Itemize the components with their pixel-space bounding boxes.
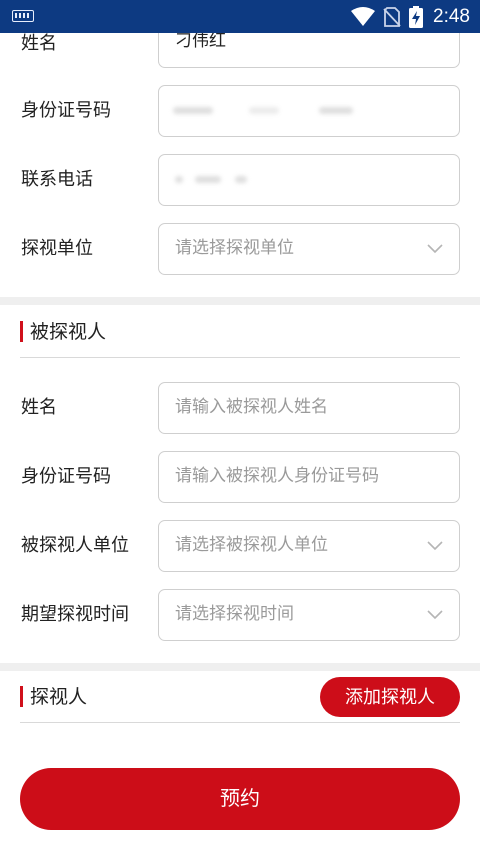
chevron-down-icon <box>427 541 443 551</box>
visitor-phone-row: 联系电话 <box>0 154 480 206</box>
clock: 2:48 <box>433 5 470 27</box>
visit-time-select[interactable]: 请选择探视时间 <box>158 589 460 641</box>
visitor-unit-select[interactable]: 请选择探视单位 <box>158 223 460 275</box>
wifi-icon <box>351 6 376 26</box>
visitor-phone-field[interactable] <box>158 154 460 206</box>
visitors-section-title: 探视人 <box>20 683 87 711</box>
keyboard-icon <box>12 10 34 22</box>
reserve-button[interactable]: 预约 <box>20 768 460 830</box>
visited-unit-placeholder: 请选择被探视人单位 <box>175 535 328 555</box>
visited-name-row: 姓名 请输入被探视人姓名 <box>0 382 480 434</box>
visited-id-input[interactable]: 请输入被探视人身份证号码 <box>158 451 460 503</box>
visited-name-label: 姓名 <box>21 397 57 418</box>
battery-charging-icon <box>409 5 424 28</box>
section-underline <box>20 722 460 723</box>
visit-time-placeholder: 请选择探视时间 <box>175 604 294 624</box>
visitor-id-row: 身份证号码 <box>0 85 480 137</box>
status-icons: 2:48 <box>351 0 470 33</box>
visited-id-row: 身份证号码 请输入被探视人身份证号码 <box>0 451 480 503</box>
status-bar: 2:48 <box>0 0 480 33</box>
visit-time-label: 期望探视时间 <box>21 604 129 625</box>
section-underline <box>20 357 460 358</box>
visited-name-input[interactable]: 请输入被探视人姓名 <box>158 382 460 434</box>
visitor-unit-label: 探视单位 <box>21 238 93 259</box>
section-divider <box>0 297 480 305</box>
visitor-id-field[interactable] <box>158 85 460 137</box>
visited-unit-label: 被探视人单位 <box>21 535 129 556</box>
no-sim-icon <box>383 6 401 27</box>
visited-unit-row: 被探视人单位 请选择被探视人单位 <box>0 520 480 572</box>
visited-section-title: 被探视人 <box>20 318 106 346</box>
visitor-unit-placeholder: 请选择探视单位 <box>175 238 294 258</box>
visitor-phone-label: 联系电话 <box>21 169 93 190</box>
section-divider <box>0 663 480 671</box>
chevron-down-icon <box>427 244 443 254</box>
visitor-unit-row: 探视单位 请选择探视单位 <box>0 223 480 275</box>
visited-unit-select[interactable]: 请选择被探视人单位 <box>158 520 460 572</box>
chevron-down-icon <box>427 610 443 620</box>
visited-id-label: 身份证号码 <box>21 466 111 487</box>
add-visitor-button[interactable]: 添加探视人 <box>320 677 460 717</box>
visitor-id-label: 身份证号码 <box>21 100 111 121</box>
visit-time-row: 期望探视时间 请选择探视时间 <box>0 589 480 641</box>
